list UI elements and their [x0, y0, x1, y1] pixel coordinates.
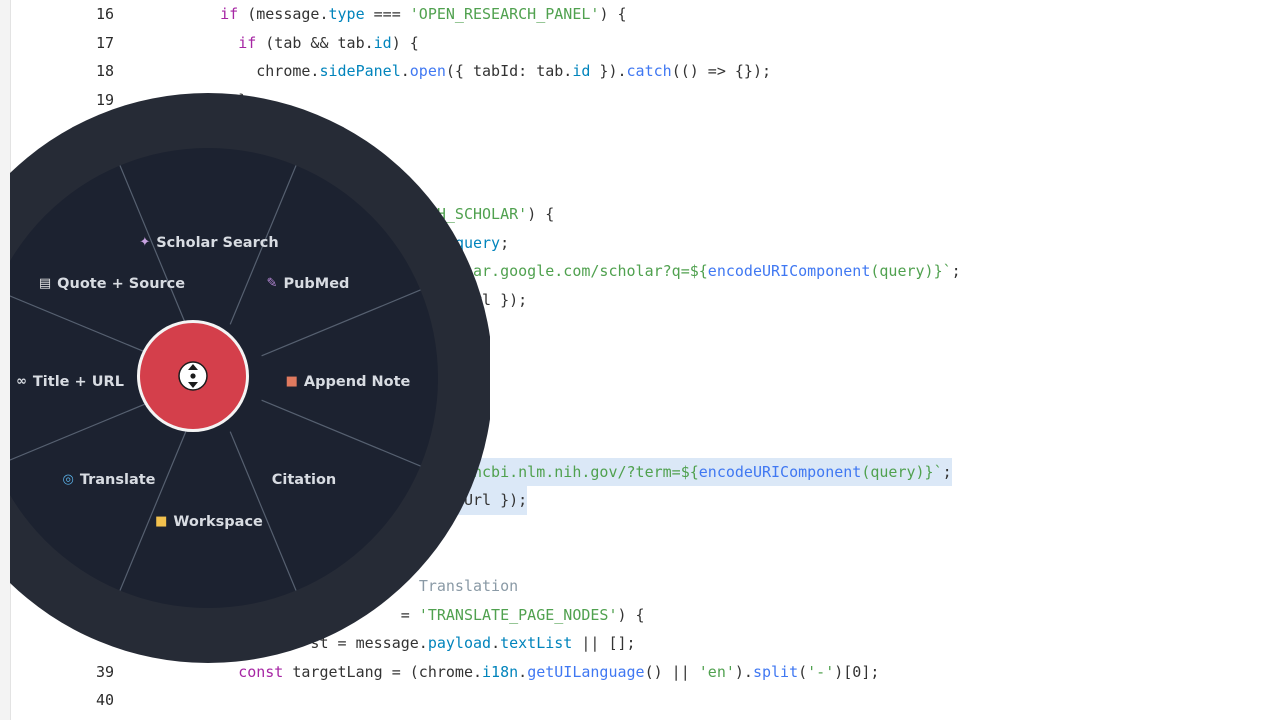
code-token: getUILanguage [527, 662, 645, 681]
line-number: 41 [72, 715, 114, 720]
code-token: || []; [572, 634, 636, 653]
menu-item-workspace[interactable]: ■ Workspace [155, 514, 263, 530]
code-token: ; [500, 233, 510, 252]
code-token: ( [798, 662, 808, 681]
radial-menu-wheel [10, 93, 490, 663]
code-token: 'en' [698, 662, 735, 681]
code-token: (() => {}); [671, 62, 772, 81]
code-token: catch [626, 62, 672, 81]
code-token: '-' [807, 662, 835, 681]
code-token: encodeURIComponent [707, 262, 871, 281]
link-icon: ∞ [16, 374, 27, 389]
radial-menu: ✦ Scholar Search ✎ PubMed ■ Append Note Citati… [10, 0, 490, 700]
note-icon: ■ [285, 374, 298, 389]
menu-item-label: Quote + Source [57, 276, 186, 292]
globe-icon: ◎ [62, 472, 74, 487]
code-token: id [572, 62, 591, 81]
code-token: }). [590, 62, 627, 81]
code-token: split [752, 662, 799, 681]
code-token: . [518, 662, 528, 681]
code-token: )[0]; [834, 662, 880, 681]
menu-item-label: PubMed [283, 276, 350, 292]
code-token: textList [500, 634, 573, 653]
code-token: . [491, 634, 501, 653]
move-icon [178, 361, 208, 391]
code-token: ) { [599, 5, 627, 23]
menu-item-translate[interactable]: ◎ Translate [62, 472, 155, 488]
menu-item-pubmed[interactable]: ✎ PubMed [267, 276, 350, 292]
code-token: encodeURIComponent [698, 462, 862, 481]
menu-item-quote-source[interactable]: ▤ Quote + Source [39, 276, 185, 292]
code-token: ; [942, 462, 952, 481]
code-text: const limit = ... || ... [184, 715, 455, 720]
code-token: (query)}` [870, 262, 952, 281]
code-token: ). [734, 662, 753, 681]
code-token: () || [644, 662, 699, 681]
folder-icon: ■ [155, 514, 168, 529]
drag-handle-button[interactable] [137, 320, 249, 432]
menu-item-label: Translate [79, 472, 156, 488]
code-token: ; [951, 262, 961, 281]
clipboard-icon: ▤ [38, 276, 52, 291]
code-token: (query)}` [861, 462, 943, 481]
menu-item-title-url[interactable]: ∞ Title + URL [16, 374, 124, 390]
code-token: ) { [527, 205, 555, 224]
menu-item-label: Scholar Search [156, 235, 279, 251]
menu-item-append-note[interactable]: ■ Append Note [286, 374, 411, 390]
menu-item-label: Append Note [303, 374, 411, 390]
menu-item-citation[interactable]: Citation [272, 472, 337, 488]
menu-item-scholar-search[interactable]: ✦ Scholar Search [139, 235, 278, 251]
code-line[interactable]: 41 const limit = ... || ... [10, 715, 1280, 720]
menu-item-label: Title + URL [32, 374, 124, 390]
menu-item-label: Workspace [173, 514, 263, 530]
bookmark-icon: ✦ [139, 235, 151, 250]
code-token: ) { [617, 605, 645, 624]
menu-item-label: Citation [271, 472, 337, 488]
pen-icon: ✎ [266, 276, 278, 291]
